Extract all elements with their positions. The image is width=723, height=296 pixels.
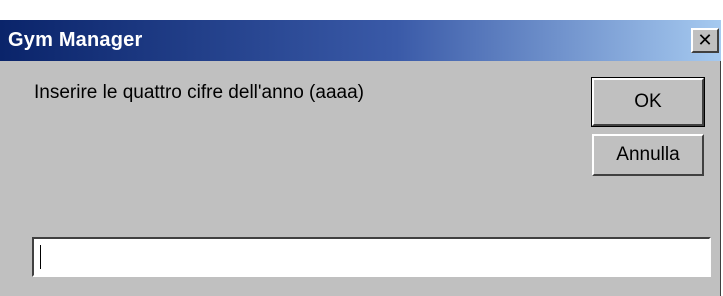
text-caret [40, 245, 41, 269]
title-bar[interactable]: Gym Manager ✕ [0, 20, 721, 61]
input-dialog-window: Gym Manager ✕ Inserire le quattro cifre … [0, 0, 721, 296]
ok-button[interactable]: OK [591, 77, 705, 127]
close-button[interactable]: ✕ [691, 28, 719, 53]
close-icon: ✕ [697, 30, 713, 50]
prompt-text: Inserire le quattro cifre dell'anno (aaa… [34, 82, 364, 103]
ok-button-label: OK [634, 91, 662, 112]
window-title: Gym Manager [8, 29, 143, 51]
screen-background [0, 0, 721, 20]
year-input[interactable] [32, 237, 711, 277]
cancel-button[interactable]: Annulla [592, 134, 704, 176]
cancel-button-label: Annulla [616, 144, 680, 165]
